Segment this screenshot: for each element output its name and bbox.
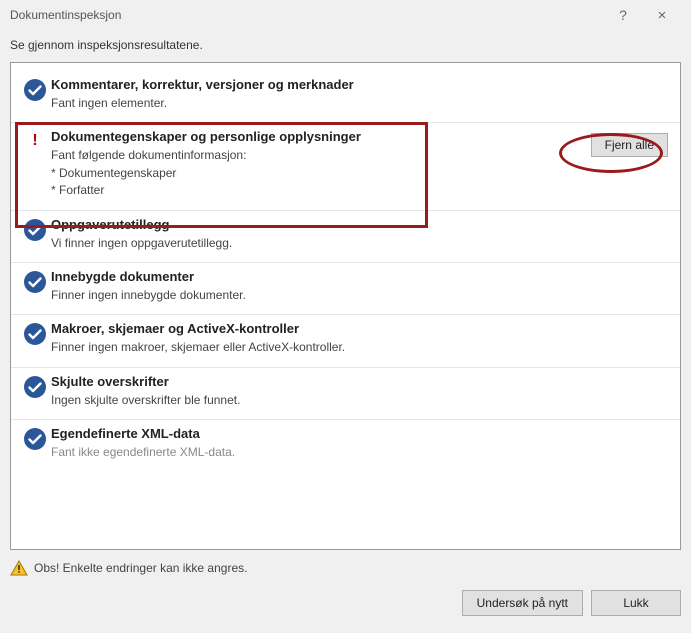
result-description: Finner ingen makroer, skjemaer eller Act… [51, 339, 558, 356]
result-description: Fant ikke egendefinerte XML-data. [51, 444, 558, 461]
checkmark-icon [19, 321, 51, 356]
result-description: Vi finner ingen oppgaverutetillegg. [51, 235, 558, 252]
result-description: Ingen skjulte overskrifter ble funnet. [51, 392, 558, 409]
help-icon[interactable]: ? [605, 7, 641, 23]
exclamation-icon: ! [19, 129, 51, 199]
checkmark-icon [19, 426, 51, 461]
footer-note-text: Obs! Enkelte endringer kan ikke angres. [34, 561, 247, 575]
footer-note: Obs! Enkelte endringer kan ikke angres. [0, 550, 691, 584]
result-title: Makroer, skjemaer og ActiveX-kontroller [51, 321, 558, 336]
close-button[interactable]: Lukk [591, 590, 681, 616]
window-title: Dokumentinspeksjon [10, 8, 605, 22]
result-text: Kommentarer, korrektur, versjoner og mer… [51, 77, 558, 112]
checkmark-icon [19, 269, 51, 304]
result-text: Dokumentegenskaper og personlige opplysn… [51, 129, 558, 199]
results-list[interactable]: Kommentarer, korrektur, versjoner og mer… [11, 63, 680, 549]
result-text: Makroer, skjemaer og ActiveX-kontroller F… [51, 321, 558, 356]
result-action: Fjern alle [558, 129, 668, 199]
result-action [558, 321, 668, 356]
result-title: Egendefinerte XML-data [51, 426, 558, 441]
footer-actions: Undersøk på nytt Lukk [0, 584, 691, 626]
result-description: Fant ingen elementer. [51, 95, 558, 112]
checkmark-icon [19, 374, 51, 409]
remove-all-button[interactable]: Fjern alle [591, 133, 668, 157]
result-title: Dokumentegenskaper og personlige opplysn… [51, 129, 558, 144]
result-item: Skjulte overskrifter Ingen skjulte oversk… [11, 368, 680, 420]
result-text: Oppgaverutetillegg Vi finner ingen oppgav… [51, 217, 558, 252]
result-action [558, 374, 668, 409]
result-title: Innebygde dokumenter [51, 269, 558, 284]
result-text: Innebygde dokumenter Finner ingen innebyg… [51, 269, 558, 304]
result-action [558, 77, 668, 112]
subheader-text: Se gjennom inspeksjonsresultatene. [0, 30, 691, 58]
result-description: Fant følgende dokumentinformasjon:* Doku… [51, 147, 558, 199]
result-action [558, 426, 668, 461]
results-panel: Kommentarer, korrektur, versjoner og mer… [10, 62, 681, 550]
result-item: Oppgaverutetillegg Vi finner ingen oppgav… [11, 211, 680, 263]
reinspect-button[interactable]: Undersøk på nytt [462, 590, 583, 616]
result-action [558, 269, 668, 304]
titlebar: Dokumentinspeksjon ? × [0, 0, 691, 30]
checkmark-icon [19, 217, 51, 252]
result-description: Finner ingen innebygde dokumenter. [51, 287, 558, 304]
result-text: Skjulte overskrifter Ingen skjulte oversk… [51, 374, 558, 409]
result-text: Egendefinerte XML-data Fant ikke egendefi… [51, 426, 558, 461]
result-title: Oppgaverutetillegg [51, 217, 558, 232]
result-action [558, 217, 668, 252]
warning-triangle-icon [10, 560, 28, 576]
checkmark-icon [19, 77, 51, 112]
close-icon[interactable]: × [641, 7, 683, 24]
result-item: Makroer, skjemaer og ActiveX-kontroller F… [11, 315, 680, 367]
result-title: Kommentarer, korrektur, versjoner og mer… [51, 77, 558, 92]
result-title: Skjulte overskrifter [51, 374, 558, 389]
result-item: Innebygde dokumenter Finner ingen innebyg… [11, 263, 680, 315]
result-item: Kommentarer, korrektur, versjoner og mer… [11, 71, 680, 123]
result-item: !Dokumentegenskaper og personlige opplys… [11, 123, 680, 210]
result-item: Egendefinerte XML-data Fant ikke egendefi… [11, 420, 680, 471]
